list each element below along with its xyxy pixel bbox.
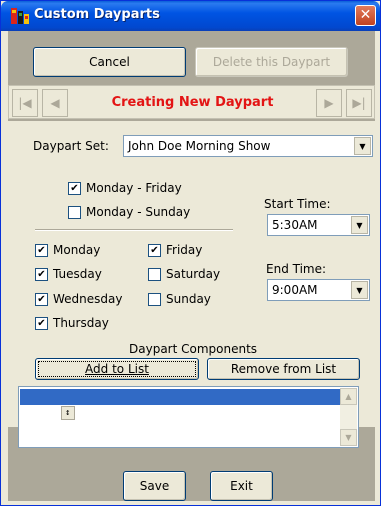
end-time-value: 9:00AM bbox=[272, 283, 318, 297]
preset-label: Monday - Sunday bbox=[86, 205, 191, 219]
title-bar[interactable]: Custom Dayparts ✕ bbox=[1, 1, 380, 31]
day-tuesday[interactable]: ✔ Tuesday bbox=[35, 267, 102, 281]
daypart-set-label: Daypart Set: bbox=[33, 139, 109, 153]
delete-daypart-button[interactable]: Delete this Daypart bbox=[195, 47, 348, 77]
day-wednesday[interactable]: ✔ Wednesday bbox=[35, 292, 122, 306]
day-label: Wednesday bbox=[53, 292, 123, 306]
day-label: Thursday bbox=[53, 316, 109, 330]
separator bbox=[35, 229, 233, 231]
day-friday[interactable]: ✔ Friday bbox=[148, 243, 202, 257]
preset-monday-friday[interactable]: ✔ Monday - Friday bbox=[68, 181, 182, 195]
scroll-up-icon[interactable]: ▲ bbox=[340, 388, 357, 405]
first-record-button[interactable]: |◀ bbox=[12, 89, 38, 117]
window-title: Custom Dayparts bbox=[34, 7, 160, 22]
daypart-set-value: John Doe Morning Show bbox=[128, 139, 271, 153]
add-to-list-label: Add to List bbox=[85, 362, 149, 376]
day-label: Sunday bbox=[166, 292, 211, 306]
daypart-components-list[interactable]: ↕ MTWRF.. 5:30AM - 9:00AM ▲ ▼ bbox=[18, 386, 359, 448]
add-to-list-button[interactable]: Add to List bbox=[35, 358, 199, 380]
close-icon: ✕ bbox=[359, 7, 372, 23]
previous-record-button[interactable]: ◀ bbox=[42, 89, 68, 117]
custom-dayparts-window: Custom Dayparts ✕ Cancel Delete this Day… bbox=[0, 0, 381, 506]
end-time-select[interactable]: 9:00AM ▼ bbox=[267, 279, 370, 301]
checkbox-icon: ✔ bbox=[148, 243, 161, 257]
remove-from-list-label: Remove from List bbox=[230, 362, 337, 376]
cancel-button[interactable]: Cancel bbox=[33, 47, 186, 77]
next-record-icon: ▶ bbox=[324, 96, 334, 110]
day-saturday[interactable]: Saturday bbox=[148, 267, 220, 281]
checkbox-icon: ✔ bbox=[35, 292, 48, 306]
day-monday[interactable]: ✔ Monday bbox=[35, 243, 100, 257]
checkbox-icon bbox=[148, 292, 161, 306]
start-time-value: 5:30AM bbox=[272, 218, 318, 232]
footer-panel bbox=[8, 457, 375, 501]
save-button[interactable]: Save bbox=[123, 471, 186, 501]
checkbox-icon bbox=[148, 267, 161, 281]
scroll-down-icon[interactable]: ▼ bbox=[340, 429, 357, 446]
day-label: Saturday bbox=[166, 267, 221, 281]
checkbox-icon: ✔ bbox=[35, 243, 48, 257]
list-item-text: MTWRF.. 5:30AM - 9:00AM bbox=[77, 406, 264, 419]
chevron-down-icon: ▼ bbox=[351, 216, 368, 234]
day-label: Monday bbox=[53, 243, 101, 257]
start-time-label: Start Time: bbox=[264, 197, 331, 211]
end-time-label: End Time: bbox=[266, 262, 327, 276]
preset-monday-sunday[interactable]: Monday - Sunday bbox=[68, 205, 190, 219]
close-button[interactable]: ✕ bbox=[355, 5, 376, 26]
save-label: Save bbox=[139, 479, 170, 493]
day-thursday[interactable]: ✔ Thursday bbox=[35, 316, 109, 330]
chevron-down-icon: ▼ bbox=[354, 137, 371, 155]
checkbox-icon: ✔ bbox=[68, 181, 81, 195]
app-icon bbox=[11, 8, 29, 24]
vertical-scrollbar[interactable]: ▲ ▼ bbox=[340, 388, 357, 446]
checkbox-icon: ✔ bbox=[35, 267, 48, 281]
daypart-status: Creating New Daypart bbox=[77, 89, 308, 117]
last-record-icon: ▶| bbox=[352, 96, 366, 110]
remove-from-list-button[interactable]: Remove from List bbox=[207, 358, 360, 380]
day-label: Tuesday bbox=[53, 267, 102, 281]
next-record-button[interactable]: ▶ bbox=[316, 89, 342, 117]
reorder-handle-icon[interactable]: ↕ bbox=[60, 406, 75, 420]
start-time-select[interactable]: 5:30AM ▼ bbox=[267, 214, 370, 236]
day-sunday[interactable]: Sunday bbox=[148, 292, 211, 306]
daypart-set-select[interactable]: John Doe Morning Show ▼ bbox=[123, 135, 373, 157]
list-item[interactable]: ↕ MTWRF.. 5:30AM - 9:00AM bbox=[20, 389, 340, 420]
preset-label: Monday - Friday bbox=[86, 181, 182, 195]
day-label: Friday bbox=[166, 243, 203, 257]
checkbox-icon: ✔ bbox=[35, 316, 48, 330]
exit-label: Exit bbox=[230, 479, 253, 493]
chevron-down-icon: ▼ bbox=[351, 281, 368, 299]
record-navigation: |◀ ◀ Creating New Daypart ▶ ▶| bbox=[8, 85, 375, 119]
last-record-button[interactable]: ▶| bbox=[346, 89, 372, 117]
components-label: Daypart Components bbox=[129, 342, 258, 356]
exit-button[interactable]: Exit bbox=[210, 471, 273, 501]
first-record-icon: |◀ bbox=[18, 96, 32, 110]
previous-record-icon: ◀ bbox=[50, 96, 60, 110]
checkbox-icon bbox=[68, 205, 81, 219]
